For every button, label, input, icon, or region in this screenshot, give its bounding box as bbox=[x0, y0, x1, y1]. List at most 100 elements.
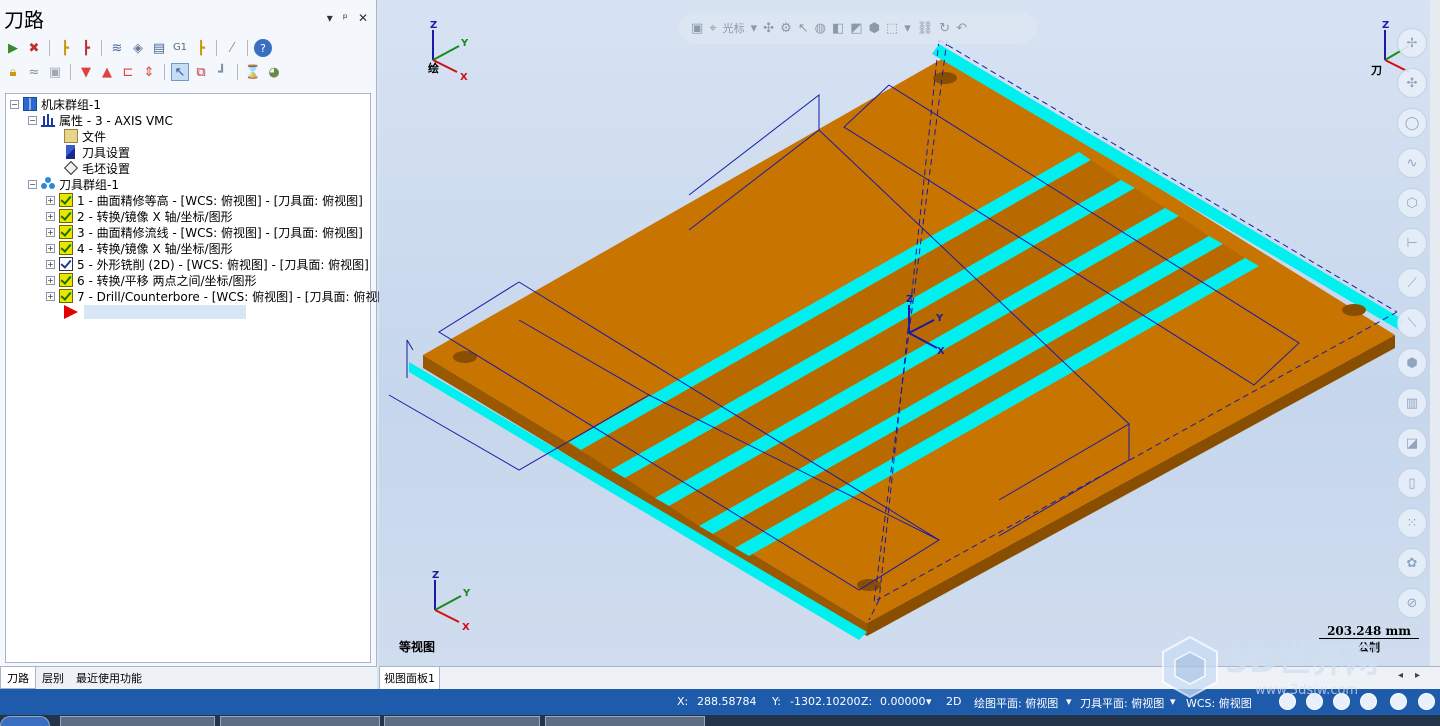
move-up-icon[interactable]: ▲ bbox=[98, 63, 116, 81]
collapse-toggle[interactable]: − bbox=[28, 115, 37, 125]
select-cube-icon[interactable]: ⬢ bbox=[869, 21, 880, 36]
tree-node-properties[interactable]: − 属性 - 3 - AXIS VMC bbox=[28, 112, 173, 128]
select-toolpath-icon[interactable]: ↖ bbox=[171, 63, 189, 81]
collapse-toggle[interactable]: − bbox=[10, 99, 19, 109]
taskbar-item[interactable] bbox=[220, 716, 380, 726]
select-face-icon[interactable]: ◧ bbox=[832, 21, 844, 36]
expand-toggle[interactable]: + bbox=[46, 195, 55, 205]
tree-operation-4[interactable]: + 4 - 转换/镜像 X 轴/坐标/图形 bbox=[46, 240, 233, 256]
tab-levels[interactable]: 层别 bbox=[36, 667, 70, 689]
collapse-toggle[interactable]: − bbox=[28, 179, 37, 189]
tool-settings-icon[interactable]: ┛ bbox=[213, 63, 231, 81]
z-coord-value[interactable]: 0.00000 bbox=[880, 695, 926, 708]
chevron-down-icon[interactable]: ▾ bbox=[751, 21, 758, 36]
tree-operation-6[interactable]: + 6 - 转换/平移 两点之间/坐标/图形 bbox=[46, 272, 257, 288]
tree-node-toolpath-group[interactable]: − 刀具群组-1 bbox=[28, 176, 119, 192]
prohibit-icon[interactable]: ⊘ bbox=[1397, 588, 1427, 618]
highfeed-icon[interactable]: ┣ bbox=[192, 39, 210, 57]
panel-menu-icon[interactable]: ▾ bbox=[327, 11, 333, 25]
dimension-icon[interactable]: ⊢ bbox=[1397, 228, 1427, 258]
visibility-icon[interactable]: ◕ bbox=[265, 63, 283, 81]
select-chain-icon[interactable]: ⛓ bbox=[917, 21, 934, 36]
y-coord-value[interactable]: -1302.10200 bbox=[790, 695, 860, 708]
taskbar-item[interactable] bbox=[60, 716, 215, 726]
tab-toolpaths[interactable]: 刀路 bbox=[0, 667, 36, 689]
snap-icon[interactable]: ✣ bbox=[763, 21, 774, 36]
curve-icon[interactable]: ∿ bbox=[1397, 148, 1427, 178]
refresh-icon[interactable]: ↻ bbox=[939, 21, 950, 36]
cursor-icon[interactable]: ⌖ bbox=[709, 21, 716, 36]
tree-operation-7[interactable]: + 7 - Drill/Counterbore - [WCS: 俯视图] - [… bbox=[46, 288, 394, 304]
color-icon[interactable]: ◪ bbox=[1397, 428, 1427, 458]
x-coord-value[interactable]: 288.58784 bbox=[697, 695, 757, 708]
start-button[interactable] bbox=[0, 716, 50, 726]
insert-arrow-row[interactable] bbox=[64, 304, 246, 320]
expand-toggle[interactable]: + bbox=[46, 211, 55, 221]
expand-toggle[interactable]: + bbox=[46, 227, 55, 237]
settings-icon[interactable]: ✿ bbox=[1397, 548, 1427, 578]
add-point-icon[interactable]: ✣ bbox=[1397, 68, 1427, 98]
simulate-icon[interactable]: ▤ bbox=[150, 39, 168, 57]
deselect-operations-icon[interactable]: ✖ bbox=[25, 39, 43, 57]
graphics-viewport[interactable]: Z Y X Z Y X 绘 Z 刀 Z Y X ▣ ⌖ 光标 ▾ ✣ ⚙ ↖ ◍… bbox=[379, 0, 1440, 666]
shaded-view-icon[interactable]: ▥ bbox=[1397, 388, 1427, 418]
tree-operation-3[interactable]: + 3 - 曲面精修流线 - [WCS: 俯视图] - [刀具面: 俯视图] bbox=[46, 224, 363, 240]
select-window-icon[interactable]: ⬚ bbox=[886, 21, 898, 36]
regenerate-dirty-icon[interactable]: ┣ bbox=[77, 39, 95, 57]
close-icon[interactable]: ✕ bbox=[358, 11, 368, 25]
tab-viewsheet-1[interactable]: 视图面板1 bbox=[379, 667, 440, 690]
taskbar-item[interactable] bbox=[384, 716, 540, 726]
insert-arrow-icon[interactable]: ⊏ bbox=[119, 63, 137, 81]
help-icon[interactable]: ? bbox=[254, 39, 272, 57]
tree-node-tool-settings[interactable]: 刀具设置 bbox=[64, 144, 130, 160]
toggle-posting-icon[interactable]: ≈ bbox=[25, 63, 43, 81]
select-all-operations-icon[interactable]: ▶ bbox=[4, 39, 22, 57]
select-arrow-icon[interactable]: ↖ bbox=[798, 21, 809, 36]
lock-icon[interactable]: 🔒︎ bbox=[4, 63, 22, 81]
3d-scene[interactable]: Z Y X Z Y X 绘 Z 刀 Z Y X bbox=[379, 0, 1440, 666]
viewport-scrollbar[interactable] bbox=[1430, 0, 1440, 666]
taskbar-item[interactable] bbox=[545, 716, 705, 726]
tree-operation-2[interactable]: + 2 - 转换/镜像 X 轴/坐标/图形 bbox=[46, 208, 233, 224]
expand-toggle[interactable]: + bbox=[46, 259, 55, 269]
grid-icon[interactable]: ⁙ bbox=[1397, 508, 1427, 538]
hide-toolpath-icon[interactable]: ▣ bbox=[46, 63, 64, 81]
backplot-icon[interactable]: ≋ bbox=[108, 39, 126, 57]
chevron-down-icon[interactable]: ▾ bbox=[904, 21, 911, 36]
tab-recent-functions[interactable]: 最近使用功能 bbox=[70, 667, 148, 689]
expand-toggle[interactable]: + bbox=[46, 275, 55, 285]
point-snap-icon[interactable]: ✢ bbox=[1397, 28, 1427, 58]
tree-operation-5[interactable]: + 5 - 外形铣削 (2D) - [WCS: 俯视图] - [刀具面: 俯视图… bbox=[46, 256, 369, 272]
measure-icon[interactable]: ⟍ bbox=[1397, 308, 1427, 338]
tree-node-machine-group[interactable]: − 机床群组-1 bbox=[10, 96, 101, 112]
chevron-down-icon[interactable]: ▾ bbox=[1066, 695, 1072, 708]
undo-select-icon[interactable]: ↶ bbox=[956, 21, 967, 36]
mode-2d-3d[interactable]: 2D bbox=[946, 695, 961, 708]
ruler-icon[interactable]: ⟋ bbox=[1397, 268, 1427, 298]
expand-toggle[interactable]: + bbox=[46, 291, 55, 301]
chevron-down-icon[interactable]: ▾ bbox=[926, 695, 932, 708]
expand-toggle[interactable]: + bbox=[46, 243, 55, 253]
select-solid-icon[interactable]: ◍ bbox=[815, 21, 826, 36]
display-options-icon[interactable]: ⌛ bbox=[244, 63, 262, 81]
gear-icon[interactable]: ⚙ bbox=[780, 21, 792, 36]
pin-icon[interactable]: ᵖ bbox=[343, 11, 348, 25]
tree-operation-1[interactable]: + 1 - 曲面精修等高 - [WCS: 俯视图] - [刀具面: 俯视图] bbox=[46, 192, 363, 208]
post-selected-icon[interactable]: G1 bbox=[171, 39, 189, 57]
cursor-mode-label[interactable]: 光标 bbox=[723, 20, 745, 36]
tree-node-stock-settings[interactable]: 毛坯设置 bbox=[63, 160, 130, 176]
move-insert-icon[interactable]: ⇕ bbox=[140, 63, 158, 81]
wand-icon[interactable]: ⁄ bbox=[223, 39, 241, 57]
draw-plane-status[interactable]: 绘图平面: 俯视图 bbox=[974, 695, 1058, 711]
move-down-icon[interactable]: ▼ bbox=[77, 63, 95, 81]
lock-icon[interactable]: ▣ bbox=[691, 21, 703, 36]
layers-icon[interactable]: ▯ bbox=[1397, 468, 1427, 498]
verify-icon[interactable]: ◈ bbox=[129, 39, 147, 57]
regenerate-selected-icon[interactable]: ┣ bbox=[56, 39, 74, 57]
group-icon[interactable]: ⧉ bbox=[192, 63, 210, 81]
cube-icon[interactable]: ⬡ bbox=[1397, 188, 1427, 218]
tool-plane-status[interactable]: 刀具平面: 俯视图 bbox=[1080, 695, 1164, 711]
select-body-icon[interactable]: ◩ bbox=[850, 21, 862, 36]
circle-icon[interactable]: ◯ bbox=[1397, 108, 1427, 138]
solid-view-icon[interactable]: ⬢ bbox=[1397, 348, 1427, 378]
